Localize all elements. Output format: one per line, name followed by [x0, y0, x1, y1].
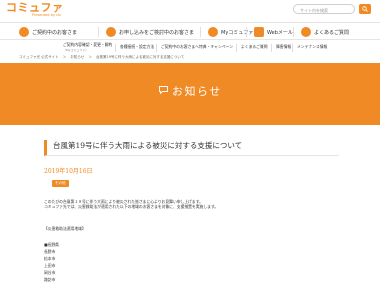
subnav-outage[interactable]: 障害情報 [276, 44, 292, 50]
house-icon [19, 27, 29, 37]
category-badge: その他 [52, 180, 69, 187]
site-header: コミュファ Presented by ctc [0, 0, 380, 20]
page-title: お知らせ [172, 85, 222, 98]
logo-main: コミュファ [6, 1, 64, 14]
nav-label: ご契約中のお客さま [32, 29, 78, 36]
search-input[interactable] [293, 4, 355, 14]
nav-prospective-customers[interactable]: お申し込みをご検討中のお客さま [104, 26, 194, 38]
area-item: 諏訪市 [44, 277, 56, 282]
area-item: 松本市 [44, 256, 56, 261]
sub-nav: ご契約内容確認・変更・解約 （Myコミュファ） 各種接続・設定方法 ご契約中のお… [0, 41, 380, 55]
breadcrumb-home[interactable]: コミュファ光 公式サイト [19, 55, 59, 59]
breadcrumb-current: 台風第19号に伴う大雨による被災に対する支援について [96, 55, 185, 59]
search-button[interactable] [359, 4, 371, 14]
areas-heading: 【災害救助法適用地域】 [44, 226, 86, 231]
subnav-divider [292, 44, 293, 52]
area-item: 上田市 [44, 263, 56, 268]
nav-label: Myコミュファ [221, 29, 254, 36]
subnav-divider [236, 44, 237, 52]
area-item: 岡谷市 [44, 270, 56, 275]
subnav-maintenance[interactable]: メンテナンス情報 [297, 44, 328, 50]
area-item: ■長野県 [44, 242, 59, 247]
subnav-faq[interactable]: よくあるご質問 [241, 44, 268, 50]
nav-divider [98, 27, 99, 37]
nav-label: Webメール [267, 29, 293, 36]
page-banner: お知らせ [0, 63, 380, 125]
subnav-label: ご契約中のお客さまへ特典・キャンペーン [161, 44, 233, 49]
breadcrumb-news[interactable]: お知らせ [70, 55, 84, 59]
search-icon [362, 6, 368, 12]
subnav-contract[interactable]: ご契約内容確認・変更・解約 （Myコミュファ） [63, 42, 113, 52]
document-icon [106, 27, 116, 37]
subnav-setup[interactable]: 各種接続・設定方法 [120, 44, 155, 50]
nav-existing-customers[interactable]: ご契約中のお客さま [17, 26, 77, 38]
nav-divider [200, 27, 201, 37]
subnav-label: よくあるご質問 [241, 44, 268, 49]
subnav-campaign[interactable]: ご契約中のお客さまへ特典・キャンペーン [161, 44, 233, 50]
areas-list: ■長野県 長野市 松本市 上田市 岡谷市 諏訪市 [44, 241, 59, 283]
subnav-label: 各種接続・設定方法 [120, 44, 155, 49]
subnav-divider [156, 44, 157, 52]
site-logo[interactable]: コミュファ Presented by ctc [6, 2, 64, 17]
subnav-label: メンテナンス情報 [297, 44, 328, 49]
body-paragraph: コミュファ光では、災害救助法が適用された以下の地域のお客さまを対象に、支援措置を… [44, 204, 219, 210]
subnav-divider [271, 44, 272, 52]
logo-sub: Presented by ctc [32, 13, 62, 17]
nav-label: お申し込みをご検討中のお客さま [119, 29, 195, 36]
nav-label: よくあるご質問 [314, 29, 350, 36]
article-title: 台風第19号に伴う大雨による被災に対する支援について [44, 140, 339, 156]
nav-divider [293, 27, 294, 37]
nav-faq[interactable]: よくあるご質問 [299, 26, 349, 38]
breadcrumb-sep: ＞ [62, 55, 67, 59]
subnav-label: 障害情報 [276, 44, 292, 49]
nav-divider [246, 27, 247, 37]
speech-bubble-icon [159, 86, 168, 94]
subnav-sublabel: （Myコミュファ） [63, 47, 89, 52]
breadcrumb-sep: ＞ [88, 55, 92, 59]
article-date: 2019年10月16日 [44, 168, 93, 175]
breadcrumb: コミュファ光 公式サイト ＞ お知らせ ＞ 台風第19号に伴う大雨による被災に対… [19, 55, 187, 60]
nav-webmail[interactable]: Webメール [252, 26, 293, 38]
subnav-divider [115, 44, 116, 52]
area-item: 長野市 [44, 249, 56, 254]
subnav-label: ご契約内容確認・変更・解約 [63, 42, 113, 47]
user-icon [208, 27, 218, 37]
mail-icon [254, 27, 264, 37]
article-body: このたびの台風第１９号に伴う大雨により被災された皆さまに心よりお見舞い申し上げま… [44, 199, 344, 210]
question-icon [301, 27, 311, 37]
main-nav: ご契約中のお客さま お申し込みをご検討中のお客さま Myコミュファ Webメール… [0, 22, 380, 40]
